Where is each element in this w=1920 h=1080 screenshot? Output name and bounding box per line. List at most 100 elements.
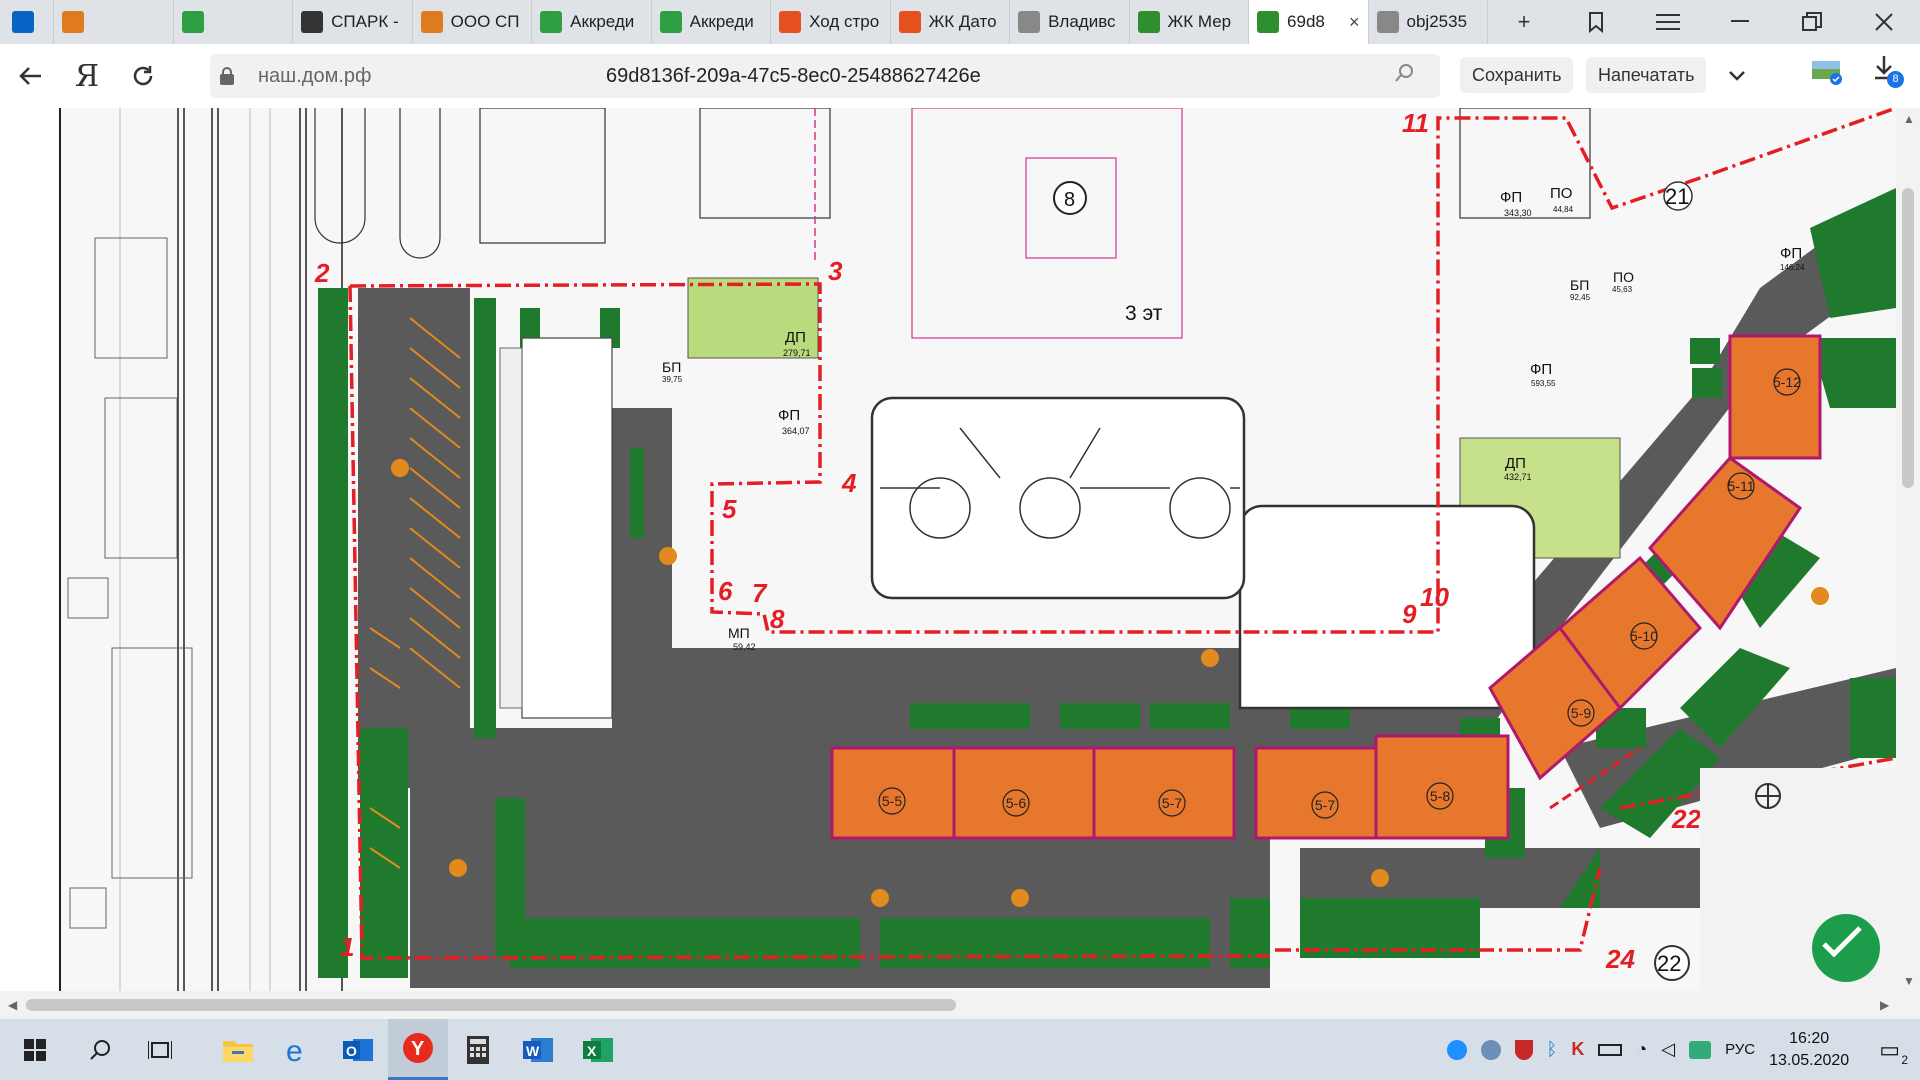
browser-tab[interactable]: ЖК Мер [1130,0,1250,44]
horizontal-scrollbar[interactable]: ◀ ▶ [0,991,1920,1019]
browser-tab[interactable]: Аккреди [652,0,772,44]
page-icon [1376,11,1399,33]
file-explorer-icon[interactable] [208,1019,268,1080]
browser-tab[interactable]: Аккреди [532,0,652,44]
word-icon[interactable]: W [508,1019,568,1080]
notifications-icon[interactable]: ▭ 2 [1879,1037,1908,1067]
start-button[interactable] [0,1019,70,1080]
fp3-area: 146,24 [1780,263,1805,272]
url-field[interactable]: наш.дом.рф 69d8136f-209a-47c5-8ec0-25488… [210,54,1440,98]
sber-logo-icon [1812,914,1880,982]
browser-tab[interactable]: 69d8 × [1249,0,1369,44]
skype-icon[interactable] [1446,1039,1467,1060]
dp2-label: ДП [1505,455,1526,472]
volume-icon[interactable]: ◁ [1661,1039,1675,1060]
tab-label: СПАРК - [331,12,399,31]
bluetooth-icon[interactable]: ᛒ [1547,1039,1558,1060]
outlook-icon[interactable]: O [328,1019,388,1080]
minimize-icon[interactable] [1704,0,1776,44]
browser-tab[interactable] [174,0,294,44]
windows-taskbar: e O Y W X ᛒ K ◔ ◁ РУС 16:20 13.05.2020 ▭… [0,1019,1920,1080]
fp4-label: ФП [1530,361,1552,378]
scroll-right-icon[interactable]: ▶ [1880,998,1889,1012]
bookmarks-icon[interactable] [1560,0,1632,44]
site-plan-viewport[interactable]: 5-5 5-6 5-7 5-7 5-8 5-9 5-10 5-11 5-12 Д… [0,108,1896,991]
save-page-button[interactable]: Сохранить [1460,57,1574,93]
horizontal-scroll-thumb[interactable] [26,999,956,1011]
page-icon [1018,11,1041,33]
swirl-icon [898,11,921,33]
dp1-label: ДП [785,329,806,346]
browser-tab[interactable]: СПАРК - [293,0,413,44]
bp1-area: 39,75 [662,375,683,384]
calculator-icon[interactable] [448,1019,508,1080]
point-6: 6 [718,576,733,606]
sync-icon[interactable] [1810,57,1844,85]
antivirus-icon[interactable]: K [1571,1039,1584,1060]
battery-icon[interactable] [1598,1043,1623,1056]
bars-icon [1137,11,1160,33]
point-22: 22 [1671,804,1701,834]
browser-tab[interactable]: ООО СП [413,0,533,44]
green-logo-icon [659,11,682,33]
yandex-browser-icon[interactable]: Y [388,1019,448,1080]
mp-label: МП [728,625,750,641]
dp2-area: 432,71 [1504,472,1532,482]
language-indicator[interactable]: РУС [1725,1041,1755,1058]
sber-tray-icon[interactable] [1689,1040,1712,1059]
close-icon[interactable] [1848,0,1920,44]
node-21-label: 21 [1665,184,1689,209]
search-icon[interactable] [70,1019,130,1080]
scroll-up-icon[interactable]: ▲ [1903,112,1915,126]
po2-area: 45,63 [1612,285,1633,294]
browser-tab[interactable]: Ход стро [771,0,891,44]
vertical-scroll-thumb[interactable] [1902,188,1914,488]
reload-icon[interactable] [118,51,168,101]
building-8-label: 8 [1064,189,1075,211]
toolbar-right: 8 [1810,54,1904,88]
excel-icon[interactable]: X [568,1019,628,1080]
po1-label: ПО [1550,185,1572,202]
chevron-down-icon[interactable] [1712,51,1762,101]
search-page-icon[interactable] [1394,62,1416,90]
tab-close-icon[interactable]: × [1349,12,1360,33]
point-8: 8 [770,604,785,634]
svg-text:Y: Y [411,1038,425,1060]
tab-label: ЖК Мер [1167,12,1232,31]
shield-icon[interactable] [1514,1039,1533,1060]
network-globe-icon[interactable] [1480,1039,1501,1060]
bp2-area: 92,45 [1570,293,1591,302]
yandex-logo-icon[interactable]: Я [62,51,112,101]
task-view-icon[interactable] [130,1019,190,1080]
section-label-5-7a: 5-7 [1162,795,1182,811]
print-page-button[interactable]: Напечатать [1586,57,1707,93]
downloads-badge: 8 [1887,71,1904,88]
browser-tab[interactable] [54,0,174,44]
notifications-count: 2 [1901,1052,1908,1067]
restore-icon[interactable] [1776,0,1848,44]
section-label-5-11: 5-11 [1728,478,1755,494]
scroll-left-icon[interactable]: ◀ [8,998,17,1012]
edge-icon[interactable]: e [268,1019,328,1080]
tab-label: Аккреди [570,12,635,31]
browser-tab[interactable] [0,0,55,44]
new-tab-button[interactable]: + [1488,0,1560,44]
downloads-icon[interactable]: 8 [1872,54,1904,88]
browser-tab[interactable]: ЖК Дато [891,0,1011,44]
scroll-down-icon[interactable]: ▼ [1903,974,1915,988]
tab-label: 69d8 [1287,12,1325,31]
section-label-5-6: 5-6 [1006,795,1026,811]
clock[interactable]: 16:20 13.05.2020 [1769,1028,1849,1072]
browser-tab[interactable]: Владивс [1010,0,1130,44]
browser-tab[interactable]: obj2535 [1369,0,1488,44]
wifi-icon[interactable]: ◔ [1636,1039,1647,1060]
mp-area: 59,42 [733,642,756,652]
back-icon[interactable] [6,51,56,101]
spark-icon [301,11,324,33]
menu-icon[interactable] [1632,0,1704,44]
fp2-area: 343,30 [1504,208,1532,218]
section-label-5-8: 5-8 [1430,788,1450,804]
tab-label: obj2535 [1406,12,1468,31]
fp1-area: 364,07 [782,426,810,436]
vertical-scrollbar[interactable]: ▲ ▼ [1896,108,1920,991]
